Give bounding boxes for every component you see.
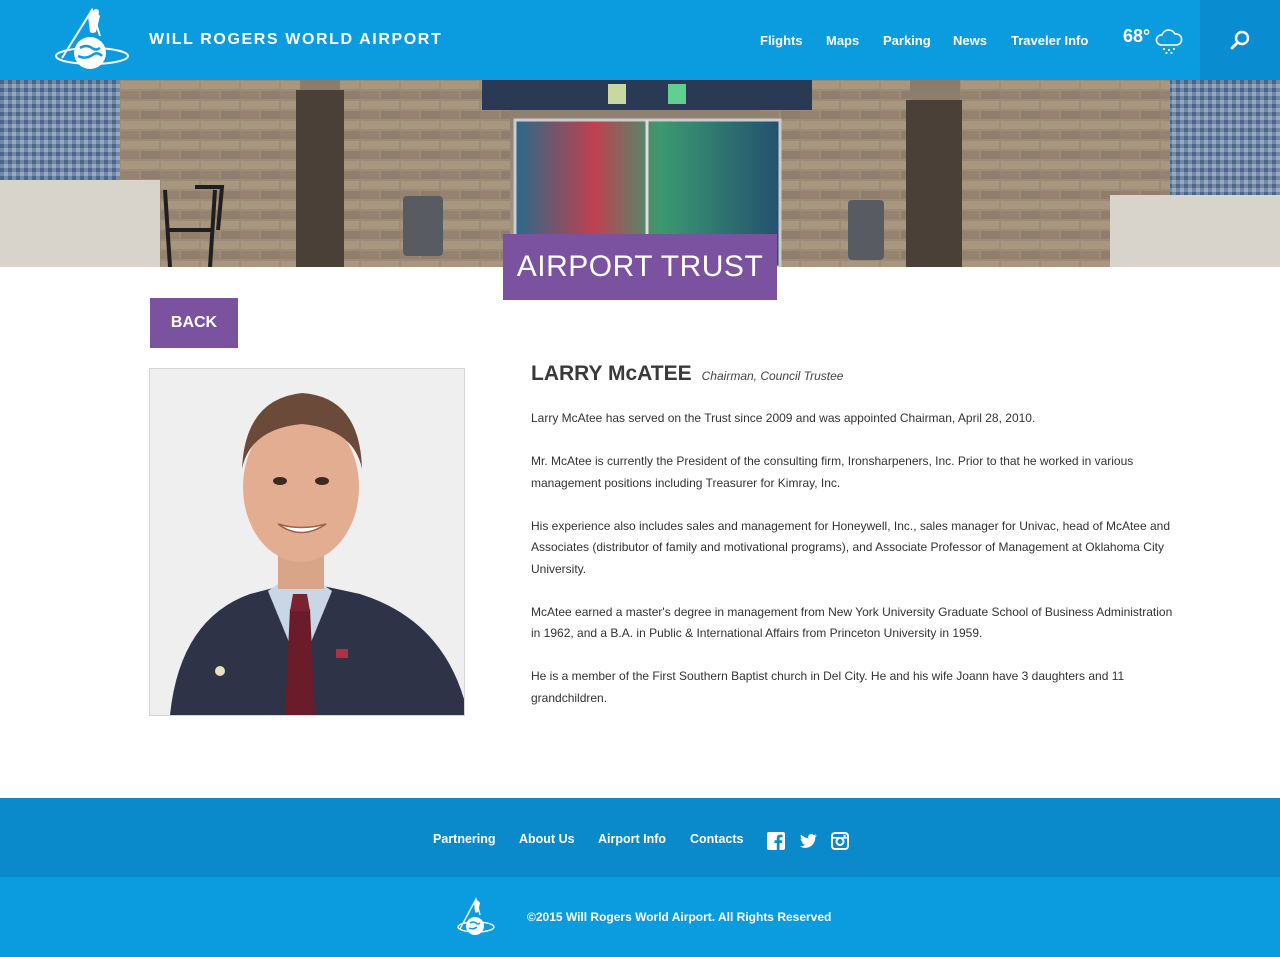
back-button[interactable]: BACK: [150, 298, 238, 348]
profile-bio: LARRY McATEE Chairman, Council Trustee L…: [531, 362, 1176, 731]
page-title-banner: AIRPORT TRUST: [503, 234, 777, 300]
nav-maps[interactable]: Maps: [826, 33, 859, 48]
profile-role: Chairman, Council Trustee: [701, 369, 844, 383]
twitter-icon[interactable]: [799, 832, 817, 850]
copyright-text: ©2015 Will Rogers World Airport. All Rig…: [527, 910, 832, 924]
profile-name: LARRY McATEE: [531, 362, 692, 385]
footer-link-partnering[interactable]: Partnering: [433, 832, 496, 846]
nav-flights[interactable]: Flights: [760, 33, 803, 48]
bio-paragraph: His experience also includes sales and m…: [531, 518, 1171, 576]
instagram-icon[interactable]: [831, 832, 849, 850]
site-header: WILL ROGERS WORLD AIRPORT Flights Maps P…: [0, 0, 1280, 80]
bio-paragraph: He is a member of the First Southern Bap…: [531, 669, 1125, 705]
footer-airport-logo[interactable]: [456, 895, 496, 939]
footer-link-about-us[interactable]: About Us: [519, 832, 575, 846]
bio-paragraph: Mr. McAtee is currently the President of…: [531, 454, 1134, 490]
facebook-icon[interactable]: [767, 832, 785, 850]
airport-logo[interactable]: [52, 6, 132, 74]
nav-traveler-info[interactable]: Traveler Info: [1011, 33, 1088, 48]
profile-heading: LARRY McATEE Chairman, Council Trustee: [531, 362, 1176, 386]
bio-paragraph: Larry McAtee has served on the Trust sin…: [531, 411, 1036, 425]
search-icon: [1230, 30, 1250, 50]
weather-widget[interactable]: 68°: [1123, 26, 1184, 56]
snow-cloud-icon: [1155, 29, 1183, 55]
weather-temperature: 68°: [1123, 26, 1151, 46]
nav-parking[interactable]: Parking: [883, 33, 931, 48]
footer-link-contacts[interactable]: Contacts: [690, 832, 743, 846]
site-title[interactable]: WILL ROGERS WORLD AIRPORT: [149, 31, 442, 49]
search-button[interactable]: [1200, 0, 1280, 80]
bio-paragraph: McAtee earned a master's degree in manag…: [531, 604, 1173, 641]
profile-photo: [149, 368, 465, 716]
nav-news[interactable]: News: [953, 33, 987, 48]
page-title: AIRPORT TRUST: [516, 250, 764, 283]
footer-link-airport-info[interactable]: Airport Info: [598, 832, 666, 846]
